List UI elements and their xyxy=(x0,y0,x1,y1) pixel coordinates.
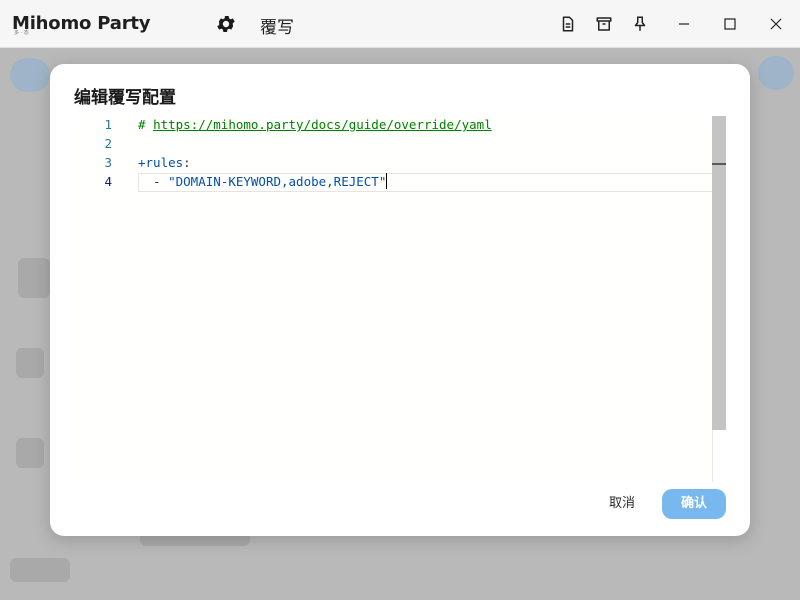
background-item xyxy=(16,438,44,468)
code-editor[interactable]: 1 # https://mihomo.party/docs/guide/over… xyxy=(74,116,726,480)
page-title: 覆写 xyxy=(260,18,294,38)
settings-button[interactable] xyxy=(215,13,237,35)
app-name: Mihomo Party xyxy=(12,13,151,34)
editor-line: 2 xyxy=(74,135,726,153)
comment-prefix: # xyxy=(138,117,154,132)
editor-line: 1 # https://mihomo.party/docs/guide/over… xyxy=(74,116,726,134)
background-item xyxy=(16,348,44,378)
background-item xyxy=(18,258,50,298)
text-cursor xyxy=(386,173,388,189)
docs-link[interactable]: https://mihomo.party/docs/guide/override… xyxy=(153,117,492,132)
editor-line: 3 +rules: xyxy=(74,154,726,172)
minimize-button[interactable] xyxy=(672,12,696,36)
dialog-title: 编辑覆写配置 xyxy=(74,88,176,108)
yaml-key: +rules xyxy=(138,155,184,170)
title-bar: Mihomo Party 多 · 态 覆写 xyxy=(0,0,800,48)
line-code: - "DOMAIN-KEYWORD,adobe,REJECT" xyxy=(138,173,388,191)
file-text-icon xyxy=(562,16,574,32)
line-code: # https://mihomo.party/docs/guide/overri… xyxy=(138,116,492,134)
line-number: 1 xyxy=(104,117,112,132)
edit-override-dialog: 编辑覆写配置 1 # https://mihomo.party/docs/gui… xyxy=(50,64,750,536)
background-item xyxy=(10,58,50,92)
log-button[interactable] xyxy=(556,12,580,36)
yaml-dash: - xyxy=(138,174,169,189)
line-number: 4 xyxy=(104,174,112,189)
close-icon xyxy=(770,18,782,30)
cancel-button[interactable]: 取消 xyxy=(600,489,644,519)
close-button[interactable] xyxy=(764,12,788,36)
minimize-icon xyxy=(679,23,689,25)
yaml-colon: : xyxy=(183,155,191,170)
settings-icon xyxy=(217,16,235,32)
archive-button[interactable] xyxy=(592,12,616,36)
scrollbar-cursor-marker xyxy=(712,163,726,165)
editor-line-current: 4 - "DOMAIN-KEYWORD,adobe,REJECT" xyxy=(74,173,726,192)
line-number: 2 xyxy=(104,136,112,151)
maximize-icon xyxy=(724,18,736,30)
yaml-string: "DOMAIN-KEYWORD,adobe,REJECT" xyxy=(168,174,387,189)
archive-icon xyxy=(596,17,612,31)
confirm-button[interactable]: 确认 xyxy=(662,489,726,519)
pin-button[interactable] xyxy=(628,12,652,36)
maximize-button[interactable] xyxy=(718,12,742,36)
pin-icon xyxy=(634,16,646,31)
line-code: +rules: xyxy=(138,154,191,172)
background-item xyxy=(10,558,70,582)
background-item xyxy=(758,56,794,90)
app-subtitle: 多 · 态 xyxy=(14,30,29,36)
line-number: 3 xyxy=(104,155,112,170)
